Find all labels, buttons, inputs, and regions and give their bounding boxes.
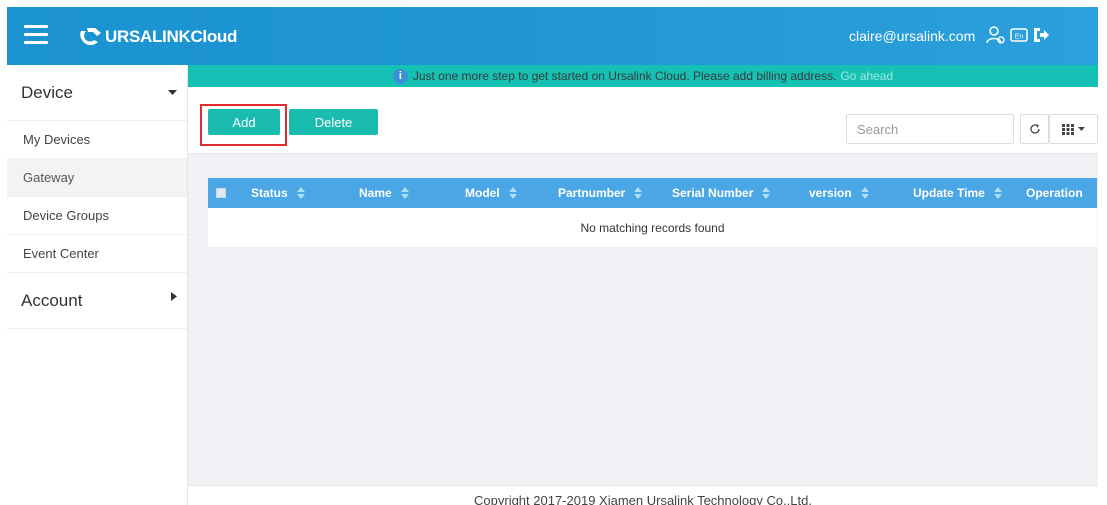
sort-icon bbox=[296, 187, 305, 199]
column-header-label: version bbox=[809, 186, 852, 200]
column-header-label: Status bbox=[251, 186, 288, 200]
column-header-label: Partnumber bbox=[558, 186, 626, 200]
sidebar-item-label: Event Center bbox=[23, 246, 99, 261]
logo-text: URSALINKCloud bbox=[105, 27, 237, 47]
info-icon: i bbox=[392, 68, 408, 84]
hamburger-menu-icon[interactable] bbox=[24, 25, 48, 45]
search-input[interactable] bbox=[846, 114, 1014, 144]
delete-button[interactable]: Delete bbox=[289, 109, 378, 135]
column-header-version[interactable]: version bbox=[809, 178, 869, 208]
sidebar-section-device[interactable]: Device bbox=[7, 65, 187, 121]
main-content: i Just one more step to get started on U… bbox=[188, 65, 1098, 505]
sidebar-item-event-center[interactable]: Event Center bbox=[7, 235, 187, 273]
sort-icon bbox=[860, 187, 869, 199]
column-header-update-time[interactable]: Update Time bbox=[913, 178, 1002, 208]
sort-icon bbox=[762, 187, 771, 199]
user-settings-icon[interactable] bbox=[986, 25, 1006, 45]
sidebar-item-my-devices[interactable]: My Devices bbox=[7, 121, 187, 159]
column-header-label: Operation bbox=[1026, 186, 1083, 200]
table-empty-row: No matching records found bbox=[208, 208, 1097, 248]
sidebar-section-account[interactable]: Account bbox=[7, 273, 187, 329]
column-header-label: Model bbox=[465, 186, 500, 200]
column-header-name[interactable]: Name bbox=[359, 178, 409, 208]
logo-text-suffix: Cloud bbox=[190, 27, 238, 46]
refresh-icon bbox=[1029, 124, 1040, 134]
column-header-label: Serial Number bbox=[672, 186, 754, 200]
sort-icon bbox=[993, 187, 1002, 199]
notice-text: Just one more step to get started on Urs… bbox=[412, 69, 837, 83]
ursalink-logo-icon bbox=[80, 28, 101, 46]
sidebar-item-label: Gateway bbox=[23, 170, 75, 185]
sidebar-item-label: Device Groups bbox=[23, 208, 109, 223]
column-header-partnumber[interactable]: Partnumber bbox=[558, 178, 643, 208]
sidebar: Device My Devices Gateway Device Groups … bbox=[7, 65, 188, 505]
copyright-text: Copyright 2017-2019 Xiamen Ursalink Tech… bbox=[474, 493, 812, 505]
select-all-checkbox[interactable] bbox=[216, 188, 226, 198]
table-header: Status Name Model Partnumber Serial Numb… bbox=[208, 178, 1097, 208]
column-header-serial-number[interactable]: Serial Number bbox=[672, 178, 771, 208]
grid-icon bbox=[1062, 123, 1074, 135]
caret-right-icon bbox=[171, 291, 177, 301]
logout-icon[interactable] bbox=[1031, 25, 1051, 45]
refresh-button[interactable] bbox=[1020, 114, 1049, 144]
caret-down-icon bbox=[168, 89, 177, 95]
top-header: URSALINKCloud claire@ursalink.com En bbox=[7, 7, 1098, 65]
gateway-table: Status Name Model Partnumber Serial Numb… bbox=[208, 178, 1097, 248]
sidebar-item-label: My Devices bbox=[23, 132, 91, 147]
user-email[interactable]: claire@ursalink.com bbox=[849, 28, 975, 44]
billing-notice-banner: i Just one more step to get started on U… bbox=[188, 65, 1098, 87]
sidebar-section-label: Device bbox=[21, 82, 73, 102]
go-ahead-link[interactable]: Go ahead bbox=[840, 69, 893, 83]
logo-text-brand: URSALINK bbox=[105, 27, 191, 46]
sidebar-item-device-groups[interactable]: Device Groups bbox=[7, 197, 187, 235]
toolbar: Add Delete bbox=[188, 87, 1098, 154]
sort-icon bbox=[508, 187, 517, 199]
column-header-label: Name bbox=[359, 186, 392, 200]
sort-icon bbox=[400, 187, 409, 199]
logo: URSALINKCloud bbox=[77, 25, 237, 49]
sort-icon bbox=[634, 187, 643, 199]
column-header-label: Update Time bbox=[913, 186, 985, 200]
caret-down-icon bbox=[1078, 126, 1085, 131]
column-header-model[interactable]: Model bbox=[465, 178, 517, 208]
columns-toggle-button[interactable] bbox=[1049, 114, 1098, 144]
column-header-status[interactable]: Status bbox=[251, 178, 305, 208]
empty-message: No matching records found bbox=[580, 220, 725, 235]
language-icon[interactable]: En bbox=[1009, 25, 1029, 45]
sidebar-section-label: Account bbox=[21, 290, 83, 310]
sidebar-item-gateway[interactable]: Gateway bbox=[7, 159, 187, 197]
add-button[interactable]: Add bbox=[208, 109, 280, 135]
svg-text:En: En bbox=[1015, 34, 1024, 41]
footer: Copyright 2017-2019 Xiamen Ursalink Tech… bbox=[188, 485, 1098, 505]
column-header-operation: Operation bbox=[1026, 178, 1083, 208]
